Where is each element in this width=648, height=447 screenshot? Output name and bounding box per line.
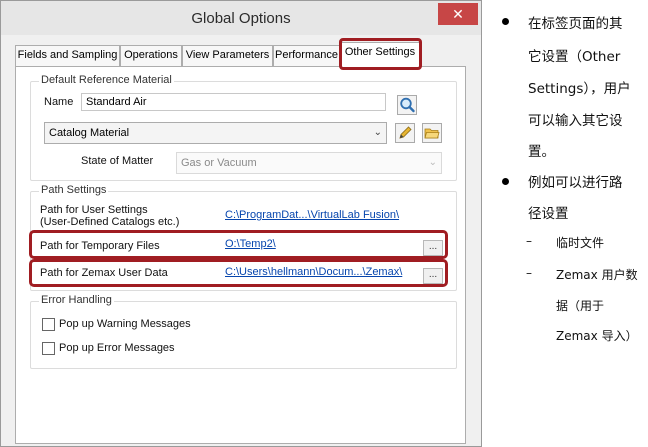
sub-dash-1: – [526, 234, 532, 248]
title-bar: Global Options ✕ [1, 1, 481, 35]
name-label: Name [44, 96, 74, 108]
state-of-matter-value: Gas or Vacuum [181, 157, 257, 169]
sub-zemax-line1: Zemax 用户数 [556, 268, 638, 282]
catalog-material-value: Catalog Material [49, 127, 130, 139]
edit-material-button[interactable] [395, 123, 415, 143]
sub-temp-files: 临时文件 [556, 236, 605, 250]
sub-zemax-line2: 据（用于 [556, 299, 605, 313]
state-of-matter-label: State of Matter [81, 155, 154, 167]
error-handling-group: Error Handling Pop up Warning Messages P… [30, 294, 457, 369]
chevron-down-icon: ⌄ [428, 157, 437, 168]
path-settings-group-label: Path Settings [39, 184, 109, 196]
error-handling-group-label: Error Handling [39, 294, 114, 306]
chevron-down-icon: ⌄ [373, 127, 382, 138]
note1-line1: 在标签页面的其 [528, 16, 623, 32]
tab-fields-and-sampling[interactable]: Fields and Sampling [15, 45, 120, 66]
magnifier-icon [400, 97, 415, 113]
tab-view-parameters[interactable]: View Parameters [182, 45, 273, 66]
tab-operations[interactable]: Operations [120, 45, 182, 66]
note2-line1: 例如可以进行路 [528, 175, 623, 191]
open-catalog-button[interactable] [422, 123, 442, 143]
search-button[interactable] [397, 95, 417, 115]
note1-line2: 它设置（Other [528, 49, 621, 65]
close-button[interactable]: ✕ [438, 3, 478, 25]
warning-messages-checkbox[interactable] [42, 318, 55, 331]
reference-material-group-label: Default Reference Material [39, 74, 174, 86]
state-of-matter-select: Gas or Vacuum ⌄ [176, 152, 442, 174]
tab-performance[interactable]: Performance [273, 45, 340, 66]
reference-material-group: Default Reference Material Name Standard… [30, 74, 457, 181]
sub-dash-2: – [526, 266, 532, 280]
error-messages-label: Pop up Error Messages [59, 342, 175, 354]
user-settings-label: Path for User Settings [40, 204, 148, 216]
sub-zemax-line3: Zemax 导入） [556, 329, 638, 343]
pencil-icon [399, 126, 412, 139]
catalog-material-select[interactable]: Catalog Material ⌄ [44, 122, 387, 144]
other-settings-tab-highlight [339, 38, 422, 70]
bullet-icon [502, 18, 509, 25]
folder-icon [424, 128, 440, 139]
user-settings-sublabel: (User-Defined Catalogs etc.) [40, 216, 180, 228]
note2-line2: 径设置 [528, 206, 569, 222]
note1-line4: 可以输入其它设 [528, 113, 623, 129]
name-field[interactable]: Standard Air [81, 93, 386, 111]
temp-files-highlight [29, 230, 448, 259]
note1-line3: Settings），用户 [528, 81, 631, 97]
bullet-icon [502, 178, 509, 185]
error-messages-checkbox[interactable] [42, 342, 55, 355]
dialog-title: Global Options [191, 10, 291, 27]
note1-line5: 置。 [528, 144, 555, 160]
warning-messages-label: Pop up Warning Messages [59, 318, 191, 330]
user-settings-path-link[interactable]: C:\ProgramDat...\VirtualLab Fusion\ [225, 209, 399, 221]
zemax-data-highlight [29, 259, 448, 287]
